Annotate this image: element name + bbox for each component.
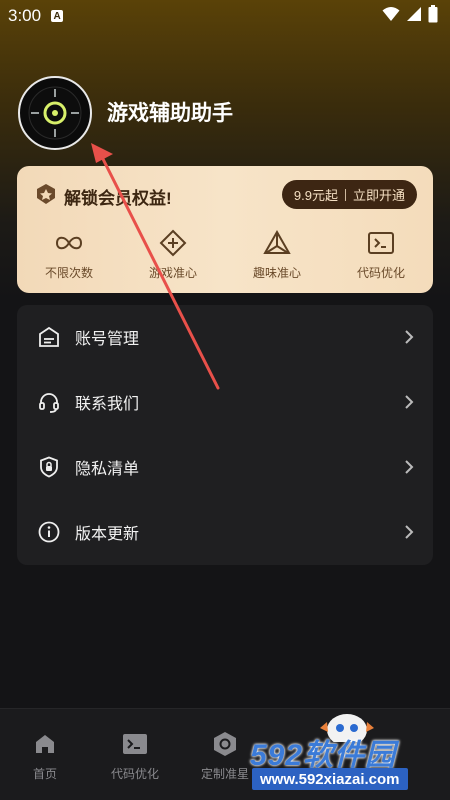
menu-item-label: 账号管理 (75, 331, 140, 348)
menu-item-label: 版本更新 (75, 526, 140, 543)
watermark-logo: 592软件园 www.592xiazai.com (250, 730, 448, 796)
vip-open-button[interactable]: 9.9元起 立即开通 (281, 180, 417, 209)
feature-label: 趣味准心 (252, 266, 301, 280)
menu-item-version[interactable]: 版本更新 (17, 500, 433, 564)
terminal-icon (366, 228, 396, 258)
terminal-icon (122, 731, 148, 757)
vip-title-text: 解锁会员权益! (64, 189, 172, 208)
status-time: 3:00 (8, 6, 42, 25)
nav-label: 代码优化 (110, 767, 159, 781)
status-bar: 3:00 A (0, 0, 450, 32)
divider (344, 188, 346, 201)
feature-label: 游戏准心 (148, 266, 197, 280)
feature-code-opt[interactable]: 代码优化 (329, 228, 433, 284)
headset-icon (37, 390, 61, 414)
vip-price: 9.9元起 (293, 188, 338, 203)
account-card-icon (37, 325, 61, 349)
feature-label: 代码优化 (356, 266, 405, 280)
nav-label: 定制准星 (200, 767, 249, 781)
menu-item-contact[interactable]: 联系我们 (17, 370, 433, 434)
chevron-right-icon (405, 395, 414, 409)
watermark-url: www.592xiazai.com (252, 768, 408, 790)
crosshair-plus-icon (158, 228, 188, 258)
vip-card[interactable]: 解锁会员权益! 9.9元起 立即开通 不限次数 游戏准心 趣味准心 代码优化 (17, 166, 433, 293)
status-icons (382, 4, 438, 28)
vip-title: 解锁会员权益! (36, 183, 172, 210)
target-logo-icon (28, 86, 82, 140)
nav-home[interactable]: 首页 (0, 731, 90, 782)
vip-features: 不限次数 游戏准心 趣味准心 代码优化 (17, 228, 433, 284)
chevron-right-icon (405, 525, 414, 539)
vip-cta: 立即开通 (352, 188, 405, 203)
signal-icon (406, 6, 422, 27)
menu-item-label: 隐私清单 (75, 461, 140, 478)
menu-item-privacy[interactable]: 隐私清单 (17, 435, 433, 499)
infinity-icon (54, 228, 84, 258)
shield-lock-icon (37, 455, 61, 479)
nav-code-optimize[interactable]: 代码优化 (90, 731, 180, 782)
vip-badge-icon (36, 183, 56, 210)
avatar[interactable] (18, 76, 92, 150)
menu-item-label: 联系我们 (75, 396, 140, 413)
chevron-right-icon (405, 460, 414, 474)
hexagon-target-icon (212, 731, 238, 757)
wifi-icon (382, 6, 400, 27)
settings-menu: 账号管理 联系我们 隐私清单 版本更新 (17, 305, 433, 565)
app-title: 游戏辅助助手 (107, 102, 233, 125)
feature-label: 不限次数 (44, 266, 93, 280)
notification-badge: A (51, 10, 64, 22)
menu-item-account[interactable]: 账号管理 (17, 305, 433, 369)
nav-label: 首页 (32, 767, 57, 781)
battery-icon (428, 4, 438, 28)
info-icon (37, 520, 61, 544)
chevron-right-icon (405, 330, 414, 344)
feature-fun-crosshair[interactable]: 趣味准心 (225, 228, 329, 284)
triangle-crosshair-icon (262, 228, 292, 258)
home-icon (32, 731, 58, 757)
feature-game-crosshair[interactable]: 游戏准心 (121, 228, 225, 284)
feature-unlimited[interactable]: 不限次数 (17, 228, 121, 284)
